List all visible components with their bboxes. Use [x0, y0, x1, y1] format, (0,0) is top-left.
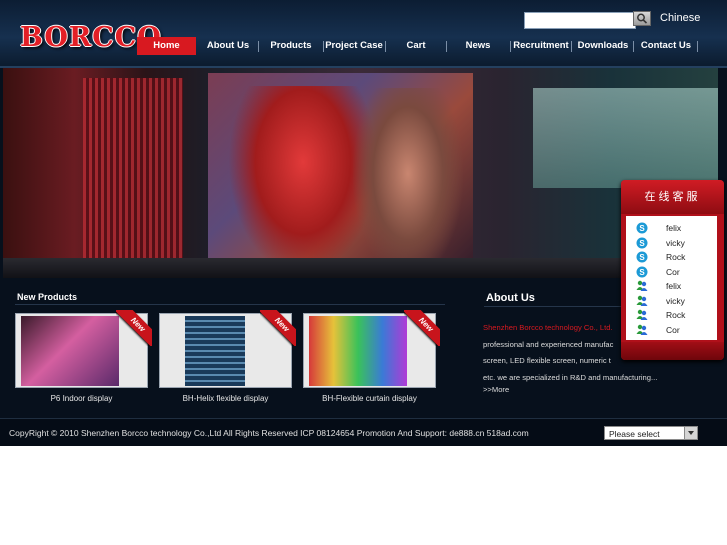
nav-separator [385, 41, 386, 52]
skype-icon: S [636, 266, 648, 277]
about-line: etc. we are specialized in R&D and manuf… [483, 372, 658, 382]
product-card[interactable]: New [303, 310, 440, 388]
online-service-panel: 在线客服 S felix S vicky S Rock S Cor felix [621, 180, 724, 360]
service-agent[interactable]: S felix [636, 221, 716, 235]
banner-performer-female [353, 88, 463, 278]
nav-cart[interactable]: Cart [387, 37, 445, 55]
search-input[interactable] [524, 12, 636, 29]
nav-separator [633, 41, 634, 52]
banner-window [533, 88, 718, 188]
search-button[interactable] [633, 11, 651, 26]
service-agent[interactable]: S Rock [636, 250, 716, 264]
nav-contact-us[interactable]: Contact Us [635, 37, 697, 55]
divider [15, 304, 445, 305]
site-select[interactable]: Please select [604, 426, 698, 440]
nav-project-case[interactable]: Project Case [325, 37, 383, 55]
page: BORCCO Chinese Home About Us Products Pr… [0, 0, 727, 446]
nav-products[interactable]: Products [261, 37, 321, 55]
footer: CopyRight © 2010 Shenzhen Borcco technol… [0, 418, 727, 446]
svg-text:S: S [639, 268, 645, 277]
about-us-title: About Us [486, 292, 535, 304]
nav-downloads[interactable]: Downloads [573, 37, 633, 55]
banner-led-screen-left [83, 78, 183, 278]
service-agent[interactable]: S vicky [636, 236, 716, 250]
hero-banner[interactable] [3, 68, 718, 278]
new-products-title: New Products [17, 292, 78, 302]
svg-text:S: S [639, 239, 645, 248]
skype-icon: S [636, 237, 648, 248]
service-agent[interactable]: S Cor [636, 265, 716, 279]
new-badge: New [116, 310, 152, 346]
service-agent[interactable]: Rock [636, 308, 716, 322]
product-label[interactable]: P6 Indoor display [15, 394, 148, 403]
nav-separator [571, 41, 572, 52]
msn-icon [636, 324, 648, 335]
nav-recruitment[interactable]: Recruitment [512, 37, 570, 55]
msn-icon [636, 280, 648, 291]
new-badge: New [260, 310, 296, 346]
nav-separator [510, 41, 511, 52]
svg-text:S: S [639, 224, 645, 233]
product-image [21, 316, 119, 386]
product-image [309, 316, 407, 386]
product-card[interactable]: New [15, 310, 152, 388]
online-service-title: 在线客服 [644, 190, 701, 203]
nav-about-us[interactable]: About Us [200, 37, 256, 55]
service-agent[interactable]: Cor [636, 323, 716, 337]
nav-home[interactable]: Home [137, 37, 196, 55]
nav-separator [697, 41, 698, 52]
search-icon [637, 13, 648, 24]
more-link[interactable]: >>More [483, 385, 509, 394]
new-badge: New [404, 310, 440, 346]
product-label[interactable]: BH-Helix flexible display [159, 394, 292, 403]
copyright-text: CopyRight © 2010 Shenzhen Borcco technol… [9, 428, 529, 438]
service-agent[interactable]: felix [636, 279, 716, 293]
service-agent[interactable]: vicky [636, 294, 716, 308]
chevron-down-icon [684, 427, 697, 439]
banner-floor [3, 258, 718, 278]
product-image [185, 316, 245, 386]
language-link[interactable]: Chinese [660, 12, 700, 24]
svg-text:S: S [639, 253, 645, 262]
msn-icon [636, 309, 648, 320]
nav-separator [258, 41, 259, 52]
online-service-footer [621, 342, 724, 360]
nav-news[interactable]: News [448, 37, 508, 55]
msn-icon [636, 295, 648, 306]
product-card[interactable]: New [159, 310, 296, 388]
online-service-header: 在线客服 [621, 180, 724, 214]
nav-separator [323, 41, 324, 52]
product-label[interactable]: BH-Flexible curtain display [303, 394, 436, 403]
skype-icon: S [636, 222, 648, 234]
site-select-value: Please select [609, 429, 660, 439]
header: BORCCO Chinese Home About Us Products Pr… [0, 0, 727, 68]
nav-separator [446, 41, 447, 52]
online-service-list: S felix S vicky S Rock S Cor felix vicky [626, 216, 717, 340]
skype-icon: S [636, 251, 648, 263]
